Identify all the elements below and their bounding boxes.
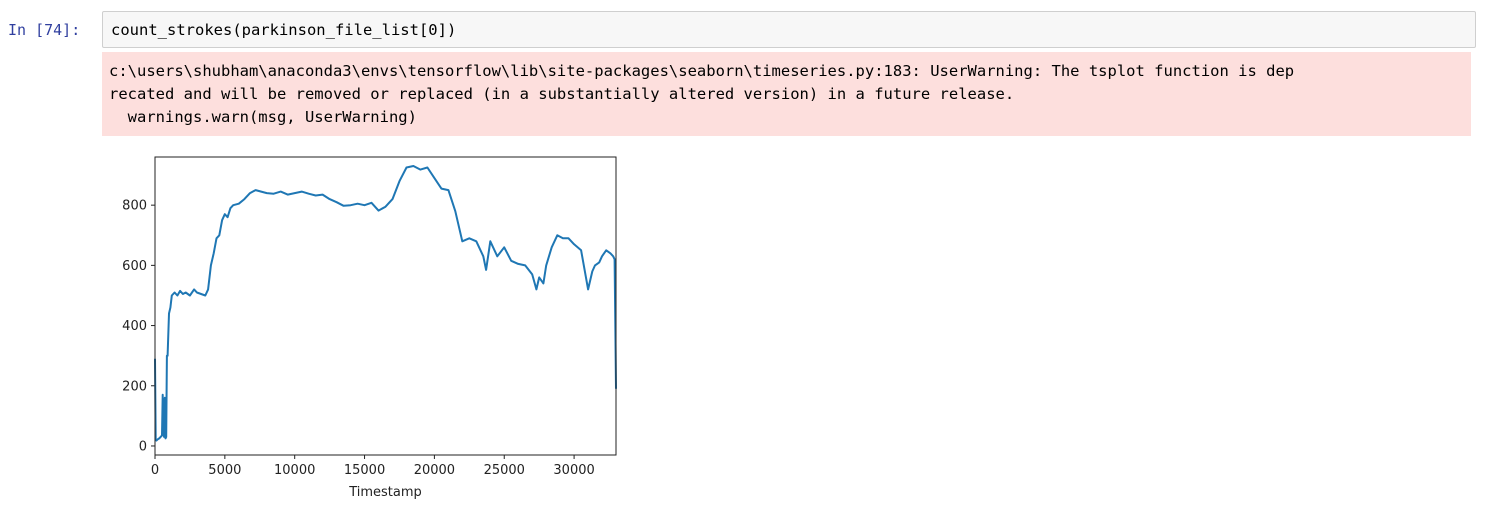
- plot-background: [155, 157, 616, 455]
- stderr-line-3: warnings.warn(msg, UserWarning): [109, 108, 417, 126]
- x-tick-label: 5000: [208, 463, 241, 478]
- stderr-line-1: c:\users\shubham\anaconda3\envs\tensorfl…: [109, 62, 1295, 80]
- x-tick-label: 30000: [553, 463, 594, 478]
- x-axis-label: Timestamp: [348, 485, 422, 500]
- timeseries-plot: 0 5000 10000 15000 20000 25000 30000 0 200 400 600…: [122, 156, 617, 500]
- y-tick-label: 0: [139, 439, 147, 454]
- stderr-output: c:\users\shubham\anaconda3\envs\tensorfl…: [102, 52, 1471, 136]
- x-tick-label: 25000: [484, 463, 525, 478]
- cell-prompt: In [74]:: [8, 21, 81, 39]
- x-tick-label: 0: [151, 463, 159, 478]
- y-tick-label: 400: [122, 319, 147, 334]
- y-tick-label: 800: [122, 199, 147, 214]
- stderr-line-2: recated and will be removed or replaced …: [109, 85, 1015, 103]
- x-tick-label: 15000: [344, 463, 385, 478]
- y-tick-label: 600: [122, 259, 147, 274]
- y-tick-label: 200: [122, 379, 147, 394]
- x-tick-label: 20000: [414, 463, 455, 478]
- x-tick-label: 10000: [274, 463, 315, 478]
- code-input-area[interactable]: count_strokes(parkinson_file_list[0]): [102, 11, 1476, 48]
- code-text[interactable]: count_strokes(parkinson_file_list[0]): [111, 21, 456, 39]
